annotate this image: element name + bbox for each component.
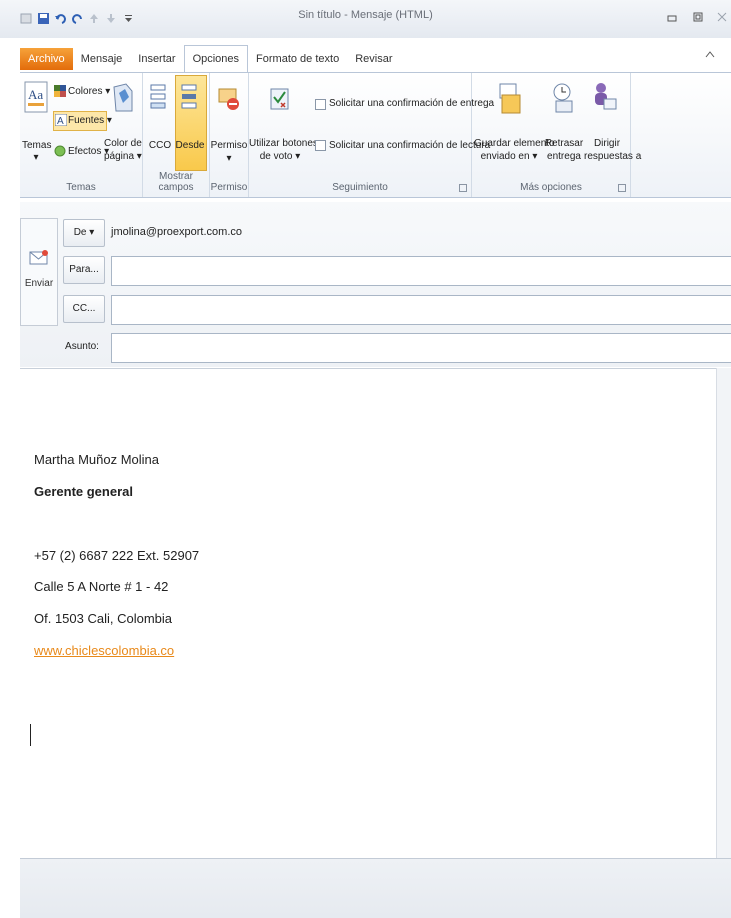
window-title: Sin título - Mensaje (HTML) <box>298 9 433 21</box>
color-pagina-label-2[interactable]: página ▾ <box>104 150 142 163</box>
retrasar-label-2[interactable]: entrega <box>544 150 584 163</box>
colors-icon <box>54 85 66 100</box>
group-label-mas-opciones: Más opciones <box>520 182 582 193</box>
close-button[interactable] <box>716 12 728 22</box>
from-field-icon <box>180 83 200 116</box>
color-pagina-label-1[interactable]: Color de <box>104 137 142 150</box>
efectos-button[interactable]: Efectos ▾ <box>68 145 109 158</box>
voting-buttons-icon[interactable] <box>269 83 291 118</box>
maximize-button[interactable] <box>692 12 704 22</box>
ribbon: Aa Temas ▾ Colores ▾ A Fuentes ▾ Efectos… <box>20 72 731 198</box>
retrasar-label-1[interactable]: Retrasar <box>544 137 584 150</box>
signature-address-1: Calle 5 A Norte # 1 - 42 <box>34 579 169 594</box>
subject-label: Asunto: <box>65 341 99 352</box>
group-label-temas: Temas <box>66 182 96 193</box>
bcc-icon[interactable] <box>149 83 169 116</box>
signature-name: Martha Muñoz Molina <box>34 452 159 467</box>
subject-field[interactable] <box>111 333 731 363</box>
temas-dropdown-arrow[interactable]: ▾ <box>22 151 50 164</box>
cc-button[interactable]: CC... <box>63 295 105 323</box>
send-button[interactable]: Enviar <box>20 218 58 326</box>
guardar-label-1[interactable]: Guardar elemento <box>474 137 555 150</box>
themes-icon[interactable]: Aa <box>24 81 48 116</box>
group-permiso: Permiso ▾ Permiso <box>210 73 249 197</box>
tab-opciones[interactable]: Opciones <box>183 45 249 72</box>
save-sent-item-icon[interactable] <box>498 81 522 118</box>
read-receipt-checkbox[interactable] <box>315 140 326 151</box>
group-temas: Aa Temas ▾ Colores ▾ A Fuentes ▾ Efectos… <box>20 73 143 197</box>
votar-label-1[interactable]: Utilizar botones <box>249 137 318 150</box>
tab-formato-de-texto[interactable]: Formato de texto <box>248 48 347 70</box>
delivery-receipt-checkbox[interactable] <box>315 99 326 110</box>
group-mas-opciones: Guardar elemento enviado en ▾ Retrasar e… <box>472 73 641 197</box>
send-label: Enviar <box>24 278 54 289</box>
permission-icon[interactable] <box>218 85 240 116</box>
confirm-entrega-label[interactable]: Solicitar una confirmación de entrega <box>329 97 494 110</box>
svg-text:Aa: Aa <box>28 87 43 102</box>
dialog-launcher-icon[interactable] <box>618 183 626 195</box>
to-field[interactable] <box>111 256 731 286</box>
from-button[interactable]: De ▾ <box>63 219 105 247</box>
desde-button-label[interactable]: Desde <box>175 139 205 152</box>
votar-label-2[interactable]: de voto ▾ <box>249 150 311 163</box>
effects-icon <box>54 145 66 160</box>
dirigir-label-2[interactable]: respuestas a <box>584 150 641 163</box>
vertical-scrollbar[interactable] <box>716 368 731 858</box>
delay-delivery-icon[interactable] <box>552 81 576 118</box>
tab-insertar[interactable]: Insertar <box>130 48 183 70</box>
ribbon-tabs: Archivo Mensaje Insertar Opciones Format… <box>0 40 731 72</box>
signature-phone: +57 (2) 6687 222 Ext. 52907 <box>34 548 200 563</box>
people-pane <box>20 858 731 918</box>
dialog-launcher-icon[interactable] <box>459 183 467 195</box>
minimize-ribbon-icon[interactable] <box>704 49 716 62</box>
minimize-button[interactable] <box>666 12 678 22</box>
permiso-dropdown-arrow[interactable]: ▾ <box>210 152 248 165</box>
guardar-label-2[interactable]: enviado en ▾ <box>474 150 544 163</box>
group-label-permiso: Permiso <box>210 182 248 193</box>
group-label-mostrar-campos: Mostrar campos <box>158 171 194 193</box>
direct-replies-icon[interactable] <box>592 81 618 118</box>
signature-role: Gerente general <box>34 484 133 499</box>
cc-field[interactable] <box>111 295 731 325</box>
fuentes-button[interactable]: Fuentes ▾ <box>68 114 112 127</box>
tab-archivo[interactable]: Archivo <box>20 48 73 70</box>
group-mostrar-campos: CCO Desde Mostrar campos <box>143 73 210 197</box>
confirm-lectura-label[interactable]: Solicitar una confirmación de lectura <box>329 139 490 152</box>
signature-address-2: Of. 1503 Cali, Colombia <box>34 611 173 626</box>
dirigir-label-1[interactable]: Dirigir <box>584 137 630 150</box>
tab-revisar[interactable]: Revisar <box>347 48 400 70</box>
fonts-icon: A <box>54 113 68 129</box>
to-button[interactable]: Para... <box>63 256 105 284</box>
svg-text:A: A <box>57 116 64 126</box>
signature-website-link[interactable]: www.chiclescolombia.co <box>34 643 174 658</box>
cco-button[interactable]: CCO <box>147 139 173 152</box>
from-address: jmolina@proexport.com.co <box>111 226 242 238</box>
group-label-seguimiento: Seguimiento <box>332 182 388 193</box>
group-seguimiento: Utilizar botones de voto ▾ Solicitar una… <box>249 73 494 197</box>
permiso-button[interactable]: Permiso <box>210 139 248 152</box>
page-color-icon[interactable] <box>112 83 134 116</box>
send-icon <box>29 249 49 270</box>
tab-mensaje[interactable]: Mensaje <box>73 48 131 70</box>
colores-button[interactable]: Colores ▾ <box>68 85 110 98</box>
text-cursor <box>30 724 31 746</box>
